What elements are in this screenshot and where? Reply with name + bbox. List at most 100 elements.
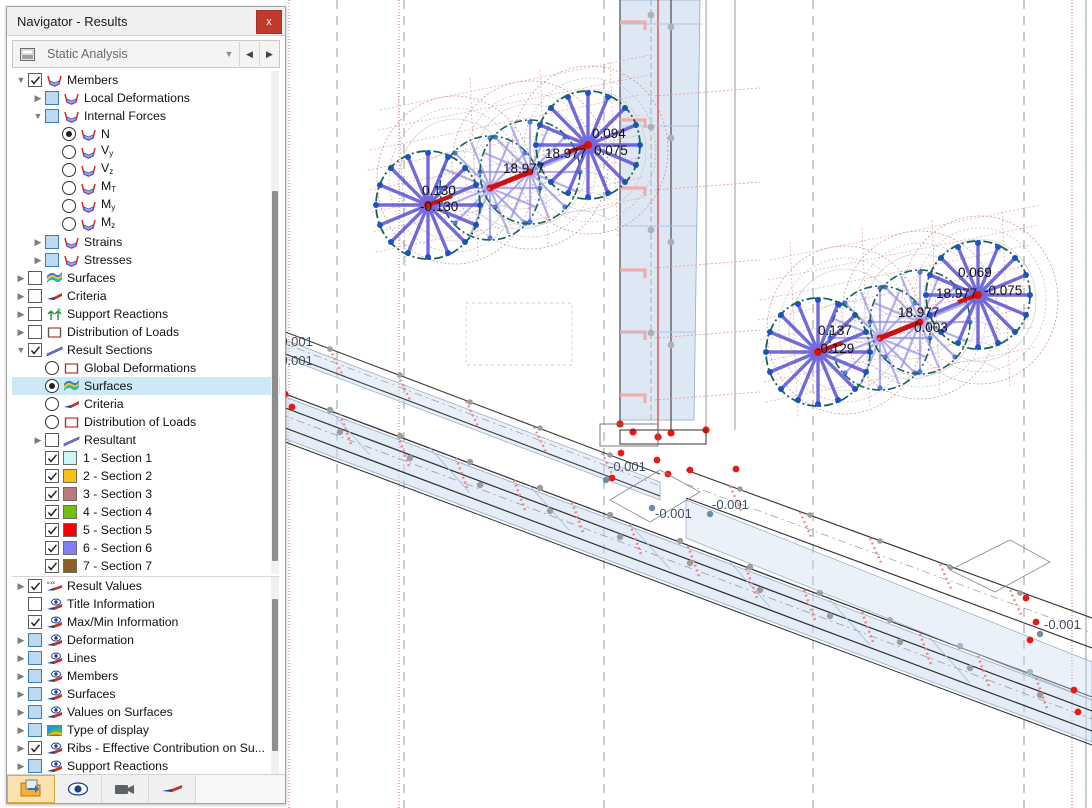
tree-row[interactable]: ▶Criteria bbox=[12, 287, 280, 305]
tree-radio[interactable] bbox=[62, 217, 76, 231]
tree-row[interactable]: ▶Members bbox=[12, 667, 280, 685]
analysis-type-combobox[interactable]: Static Analysis ▼ ◀ ▶ bbox=[12, 40, 280, 68]
tree-radio[interactable] bbox=[62, 163, 76, 177]
tree-row[interactable]: Distribution of Loads bbox=[12, 413, 280, 431]
tree-row[interactable]: 1 - Section 1 bbox=[12, 449, 280, 467]
tree-checkbox[interactable] bbox=[28, 741, 42, 755]
criteria-tab[interactable] bbox=[149, 775, 196, 803]
tree-radio[interactable] bbox=[62, 127, 76, 141]
tree-row[interactable]: MT bbox=[12, 179, 280, 197]
results-tree-lower[interactable]: ▶x.xxResult ValuesTitle InformationMax/M… bbox=[12, 576, 280, 774]
tree-checkbox[interactable] bbox=[28, 73, 42, 87]
navigator-tab-bar[interactable] bbox=[7, 774, 285, 803]
tree-row[interactable]: 4 - Section 4 bbox=[12, 503, 280, 521]
tree-row[interactable]: 2 - Section 2 bbox=[12, 467, 280, 485]
tree-row[interactable]: ▼Result Sections bbox=[12, 341, 280, 359]
tree-checkbox[interactable] bbox=[45, 541, 59, 555]
tree-row[interactable]: ▶Surfaces bbox=[12, 685, 280, 703]
tree-checkbox[interactable] bbox=[45, 235, 59, 249]
tree-row[interactable]: 6 - Section 6 bbox=[12, 539, 280, 557]
tree-checkbox[interactable] bbox=[45, 91, 59, 105]
tree-row[interactable]: ▶x.xxResult Values bbox=[12, 577, 280, 595]
tree-row[interactable]: 3 - Section 3 bbox=[12, 485, 280, 503]
right-arrow-icon[interactable]: ▶ bbox=[259, 42, 279, 66]
tree-row[interactable]: 7 - Section 7 bbox=[12, 557, 280, 574]
tree-row[interactable]: Max/Min Information bbox=[12, 613, 280, 631]
chevron-right-icon[interactable]: ▶ bbox=[31, 237, 45, 248]
tree-checkbox[interactable] bbox=[45, 469, 59, 483]
tree-checkbox[interactable] bbox=[28, 597, 42, 611]
tree-row[interactable]: ▶Local Deformations bbox=[12, 89, 280, 107]
tree-row[interactable]: Title Information bbox=[12, 595, 280, 613]
tree-checkbox[interactable] bbox=[28, 651, 42, 665]
results-tree-upper[interactable]: ▼Members▶Local Deformations▼Internal For… bbox=[12, 70, 280, 574]
tree-row[interactable]: Criteria bbox=[12, 395, 280, 413]
tree-checkbox[interactable] bbox=[45, 559, 59, 573]
tree-checkbox[interactable] bbox=[28, 723, 42, 737]
tree-radio[interactable] bbox=[45, 397, 59, 411]
tree-radio[interactable] bbox=[45, 415, 59, 429]
tree-checkbox[interactable] bbox=[28, 687, 42, 701]
tree-checkbox[interactable] bbox=[45, 451, 59, 465]
tree-checkbox[interactable] bbox=[28, 343, 42, 357]
chevron-right-icon[interactable]: ▶ bbox=[31, 255, 45, 266]
chevron-right-icon[interactable]: ▶ bbox=[31, 435, 45, 446]
chevron-right-icon[interactable]: ▶ bbox=[31, 93, 45, 104]
tree-checkbox[interactable] bbox=[45, 253, 59, 267]
tree-row[interactable]: ▶Type of display bbox=[12, 721, 280, 739]
tree-checkbox[interactable] bbox=[28, 633, 42, 647]
tree-row[interactable]: ▶Strains bbox=[12, 233, 280, 251]
chevron-right-icon[interactable]: ▶ bbox=[14, 761, 28, 772]
chevron-down-icon[interactable]: ▼ bbox=[14, 75, 28, 85]
tree-checkbox[interactable] bbox=[28, 325, 42, 339]
tree-upper-scrollbar[interactable] bbox=[271, 71, 279, 574]
tree-row[interactable]: Vz bbox=[12, 161, 280, 179]
tree-row[interactable]: ▶Ribs - Effective Contribution on Su... bbox=[12, 739, 280, 757]
chevron-right-icon[interactable]: ▶ bbox=[14, 653, 28, 664]
tree-radio[interactable] bbox=[62, 199, 76, 213]
tree-row[interactable]: Surfaces bbox=[12, 377, 280, 395]
tree-checkbox[interactable] bbox=[45, 487, 59, 501]
tree-checkbox[interactable] bbox=[28, 289, 42, 303]
results-tab[interactable] bbox=[7, 775, 55, 803]
chevron-right-icon[interactable]: ▶ bbox=[14, 689, 28, 700]
tree-checkbox[interactable] bbox=[28, 307, 42, 321]
tree-checkbox[interactable] bbox=[28, 705, 42, 719]
chevron-down-icon[interactable]: ▼ bbox=[219, 49, 239, 59]
tree-row[interactable]: ▶Lines bbox=[12, 649, 280, 667]
chevron-right-icon[interactable]: ▶ bbox=[14, 743, 28, 754]
chevron-right-icon[interactable]: ▶ bbox=[14, 273, 28, 284]
close-icon[interactable]: x bbox=[256, 10, 282, 34]
tree-row[interactable]: N bbox=[12, 125, 280, 143]
tree-row[interactable]: My bbox=[12, 197, 280, 215]
tree-row[interactable]: ▶Resultant bbox=[12, 431, 280, 449]
left-arrow-icon[interactable]: ◀ bbox=[239, 42, 259, 66]
tree-row[interactable]: ▼Internal Forces bbox=[12, 107, 280, 125]
tree-checkbox[interactable] bbox=[45, 523, 59, 537]
tree-row[interactable]: ▶Distribution of Loads bbox=[12, 323, 280, 341]
tree-row[interactable]: Vy bbox=[12, 143, 280, 161]
chevron-right-icon[interactable]: ▶ bbox=[14, 291, 28, 302]
tree-checkbox[interactable] bbox=[28, 271, 42, 285]
tree-checkbox[interactable] bbox=[28, 669, 42, 683]
tree-row[interactable]: ▶Support Reactions bbox=[12, 305, 280, 323]
chevron-down-icon[interactable]: ▼ bbox=[14, 345, 28, 355]
chevron-right-icon[interactable]: ▶ bbox=[14, 707, 28, 718]
tree-row[interactable]: ▶Deformation bbox=[12, 631, 280, 649]
chevron-down-icon[interactable]: ▼ bbox=[31, 111, 45, 121]
scroll-thumb[interactable] bbox=[272, 599, 278, 751]
tree-row[interactable]: ▶Surfaces bbox=[12, 269, 280, 287]
tree-row[interactable]: Global Deformations bbox=[12, 359, 280, 377]
scroll-thumb[interactable] bbox=[272, 191, 278, 561]
tree-checkbox[interactable] bbox=[28, 615, 42, 629]
tree-row[interactable]: 5 - Section 5 bbox=[12, 521, 280, 539]
tree-checkbox[interactable] bbox=[28, 759, 42, 773]
chevron-right-icon[interactable]: ▶ bbox=[14, 635, 28, 646]
tree-checkbox[interactable] bbox=[45, 109, 59, 123]
tree-radio[interactable] bbox=[62, 181, 76, 195]
chevron-right-icon[interactable]: ▶ bbox=[14, 671, 28, 682]
chevron-right-icon[interactable]: ▶ bbox=[14, 581, 28, 592]
tree-lower-scrollbar[interactable] bbox=[271, 577, 279, 774]
tree-radio[interactable] bbox=[45, 379, 59, 393]
tree-row[interactable]: ▶Values on Surfaces bbox=[12, 703, 280, 721]
